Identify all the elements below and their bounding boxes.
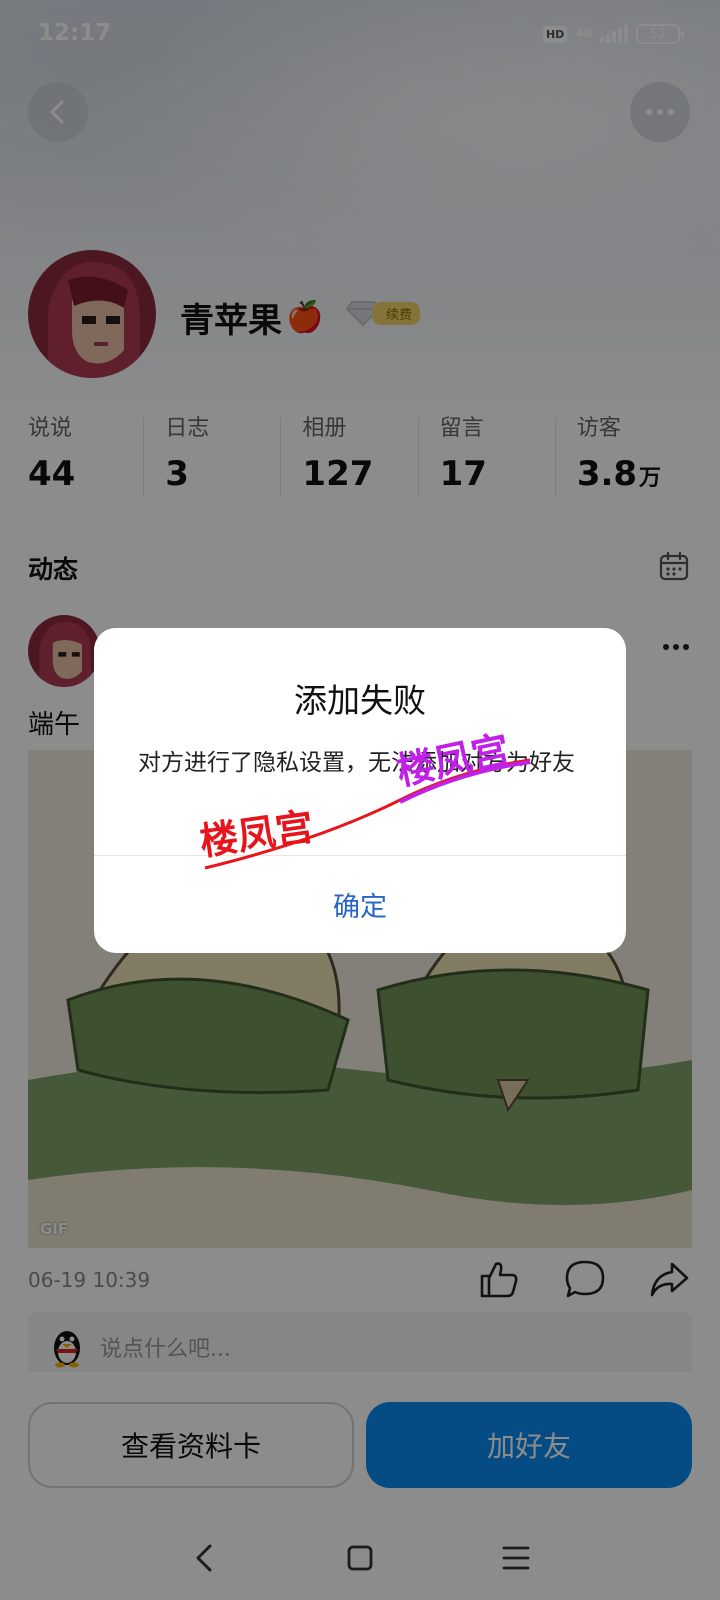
watermark-text-purple: 楼凤宫 bbox=[393, 727, 514, 794]
dialog-confirm-button[interactable]: 确定 bbox=[94, 856, 626, 953]
watermark: 楼凤宫 楼凤宫 bbox=[200, 727, 531, 870]
watermark-text-red: 楼凤宫 bbox=[200, 804, 316, 863]
dialog-title: 添加失败 bbox=[294, 681, 426, 720]
